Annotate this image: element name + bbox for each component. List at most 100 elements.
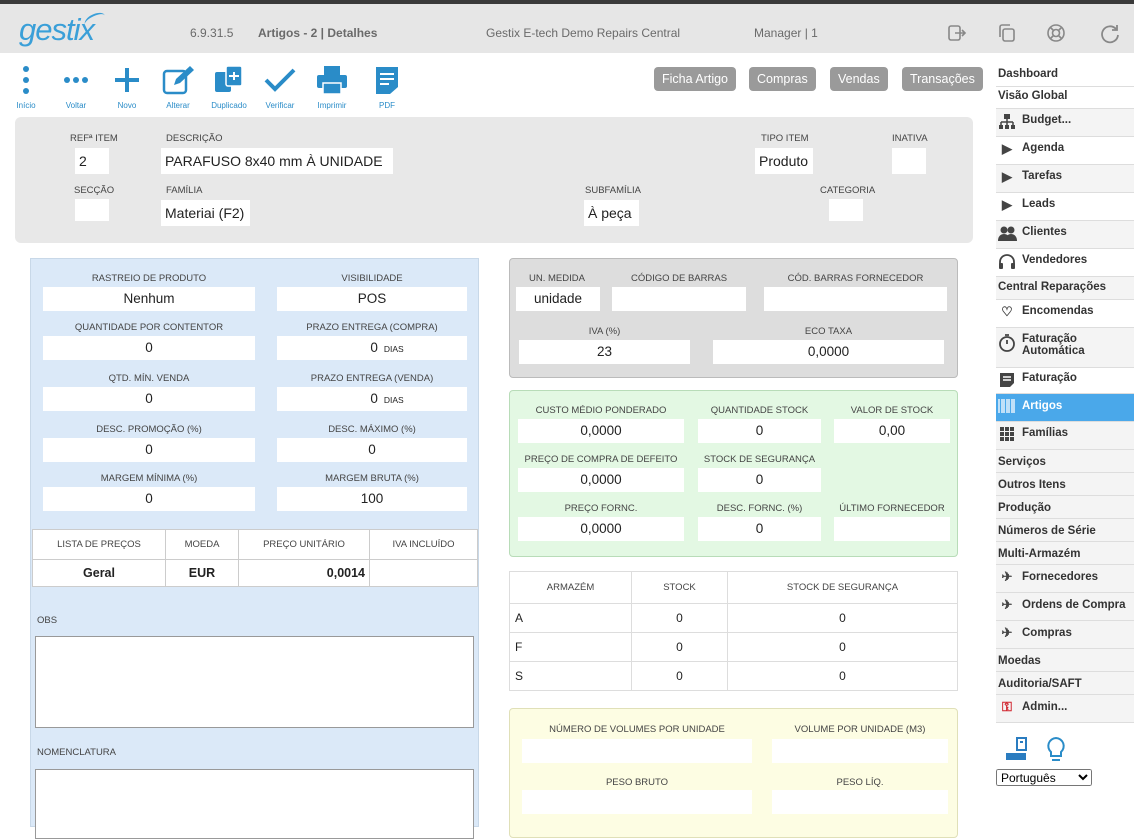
margem-bruta-field[interactable]: 100	[277, 487, 467, 511]
desc-forn-field[interactable]: 0	[698, 517, 821, 541]
sidebar-item-central-reparacoes[interactable]: Central Reparações	[996, 277, 1134, 300]
kiosk-icon[interactable]	[1004, 736, 1028, 767]
tipo-item-field[interactable]: Produto	[755, 148, 813, 174]
sidebar-item-encomendas[interactable]: ♡ Encomendas	[996, 300, 1134, 328]
familia-field[interactable]: Materiai (F2)	[161, 200, 250, 226]
transacoes-button[interactable]: Transações	[902, 67, 983, 91]
duplicado-button[interactable]: Duplicado	[204, 63, 254, 110]
sidebar-item-outros-itens[interactable]: Outros Itens	[996, 473, 1134, 496]
ref-field[interactable]: 2	[75, 148, 109, 174]
sidebar-item-multi-armazem[interactable]: Multi-Armazém	[996, 542, 1134, 565]
subfamilia-field[interactable]: À peça	[584, 200, 639, 226]
sidebar-item-label: Multi-Armazém	[998, 548, 1081, 560]
inicio-button[interactable]: Início	[1, 63, 51, 110]
sidebar-item-artigos[interactable]: Artigos	[996, 394, 1134, 422]
imprimir-button[interactable]: Imprimir	[307, 63, 357, 110]
price-list-currency-cell[interactable]: EUR	[165, 559, 239, 587]
compras-button[interactable]: Compras	[749, 67, 816, 91]
price-list-name-cell[interactable]: Geral	[32, 559, 166, 587]
seccao-field[interactable]	[75, 199, 109, 221]
sidebar-item-leads[interactable]: ▶ Leads	[996, 193, 1134, 221]
qtd-stock-field[interactable]: 0	[698, 419, 821, 443]
sidebar-item-producao[interactable]: Produção	[996, 496, 1134, 519]
printer-icon	[307, 63, 357, 97]
cod-barras-forn-field[interactable]	[764, 287, 947, 311]
margem-min-field[interactable]: 0	[43, 487, 255, 511]
lightbulb-icon[interactable]	[1044, 736, 1068, 769]
rastreio-field[interactable]: Nenhum	[43, 287, 255, 311]
voltar-button[interactable]: Voltar	[51, 63, 101, 110]
warehouse-row[interactable]: S 0 0	[509, 661, 958, 691]
duplicate-icon	[204, 63, 254, 97]
cod-barras-field[interactable]	[612, 287, 746, 311]
sidebar-item-label: Outros Itens	[998, 479, 1066, 491]
warehouse-row[interactable]: F 0 0	[509, 632, 958, 662]
help-lifebuoy-icon[interactable]	[1046, 23, 1066, 43]
sidebar-item-fornecedores[interactable]: ✈ Fornecedores	[996, 565, 1134, 593]
alterar-button[interactable]: Alterar	[153, 63, 203, 110]
sidebar-item-tarefas[interactable]: ▶ Tarefas	[996, 165, 1134, 193]
sidebar-item-moedas[interactable]: Moedas	[996, 649, 1134, 672]
toolbar: Início Voltar Novo Alterar Duplicado Ver…	[0, 53, 996, 115]
vol-unid-field[interactable]	[522, 739, 752, 763]
sidebar-item-faturacao-automatica[interactable]: Faturação Automática	[996, 328, 1134, 368]
user-label[interactable]: Manager | 1	[754, 26, 818, 40]
sidebar-item-numeros-serie[interactable]: Números de Série	[996, 519, 1134, 542]
price-list-price-cell[interactable]: 0,0014	[238, 559, 370, 587]
ficha-artigo-button[interactable]: Ficha Artigo	[654, 67, 737, 91]
sidebar-item-faturacao[interactable]: Faturação	[996, 368, 1134, 394]
warehouse-row[interactable]: A 0 0	[509, 603, 958, 633]
sidebar-item-vendedores[interactable]: Vendedores	[996, 249, 1134, 277]
peso-liq-field[interactable]	[772, 790, 948, 814]
eco-taxa-field[interactable]: 0,0000	[713, 340, 944, 364]
un-medida-field[interactable]: unidade	[516, 287, 600, 311]
qtd-contentor-field[interactable]: 0	[43, 336, 255, 360]
sidebar-item-visao-global[interactable]: Visão Global	[996, 87, 1134, 109]
logout-icon[interactable]	[947, 23, 967, 43]
vendas-button[interactable]: Vendas	[830, 67, 888, 91]
prazo-compra-field[interactable]: 0 DIAS	[277, 336, 467, 360]
vol-por-unid-field[interactable]	[772, 739, 948, 763]
sidebar-item-clientes[interactable]: Clientes	[996, 221, 1134, 249]
qtd-min-field[interactable]: 0	[43, 387, 255, 411]
windows-icon[interactable]	[997, 23, 1017, 43]
pdf-button[interactable]: PDF	[362, 63, 412, 110]
desc-promo-field[interactable]: 0	[43, 438, 255, 462]
preco-forn-field[interactable]: 0,0000	[518, 517, 684, 541]
sidebar-item-agenda[interactable]: ▶ Agenda	[996, 137, 1134, 165]
obs-textarea[interactable]	[35, 636, 474, 728]
sidebar-item-familias[interactable]: Famílias	[996, 422, 1134, 450]
price-list-row[interactable]: Geral EUR 0,0014	[32, 559, 478, 587]
sidebar-item-dashboard[interactable]: Dashboard	[996, 65, 1134, 87]
verificar-button[interactable]: Verificar	[255, 63, 305, 110]
sidebar-item-admin[interactable]: ⚿ Admin...	[996, 695, 1134, 723]
ultimo-forn-field[interactable]	[834, 517, 950, 541]
preco-unitario-header: PREÇO UNITÁRIO	[238, 529, 370, 560]
sidebar-item-compras[interactable]: ✈ Compras	[996, 621, 1134, 649]
valor-stock-field[interactable]: 0,00	[834, 419, 950, 443]
preco-compra-field[interactable]: 0,0000	[518, 468, 684, 492]
iva-field[interactable]: 23	[519, 340, 690, 364]
refresh-icon[interactable]	[1099, 23, 1119, 44]
desc-max-field[interactable]: 0	[277, 438, 467, 462]
language-select[interactable]: Português	[996, 769, 1092, 786]
categoria-field[interactable]	[829, 199, 863, 221]
sidebar-item-ordens-compra[interactable]: ✈ Ordens de Compra	[996, 593, 1134, 621]
sidebar-item-auditoria-saft[interactable]: Auditoria/SAFT	[996, 672, 1134, 695]
custo-medio-field[interactable]: 0,0000	[518, 419, 684, 443]
gestix-logo[interactable]: gestix	[19, 12, 95, 48]
prazo-venda-field[interactable]: 0 DIAS	[277, 387, 467, 411]
stock-seg-field[interactable]: 0	[698, 468, 821, 492]
sidebar-item-servicos[interactable]: Serviços	[996, 450, 1134, 473]
sidebar-item-label: Admin...	[1022, 701, 1068, 713]
nomenclatura-textarea[interactable]	[35, 769, 474, 839]
peso-bruto-field[interactable]	[522, 790, 752, 814]
price-list-iva-cell[interactable]	[369, 559, 478, 587]
sidebar-item-budget[interactable]: Budget...	[996, 109, 1134, 137]
visibilidade-field[interactable]: POS	[277, 287, 467, 311]
novo-button[interactable]: Novo	[102, 63, 152, 110]
descricao-field[interactable]: PARAFUSO 8x40 mm À UNIDADE	[161, 148, 393, 174]
price-list-header: LISTA DE PREÇOS	[32, 529, 166, 560]
inativa-field[interactable]	[892, 148, 926, 174]
stock-cost-panel: CUSTO MÉDIO PONDERADO 0,0000 QUANTIDADE …	[509, 390, 958, 557]
